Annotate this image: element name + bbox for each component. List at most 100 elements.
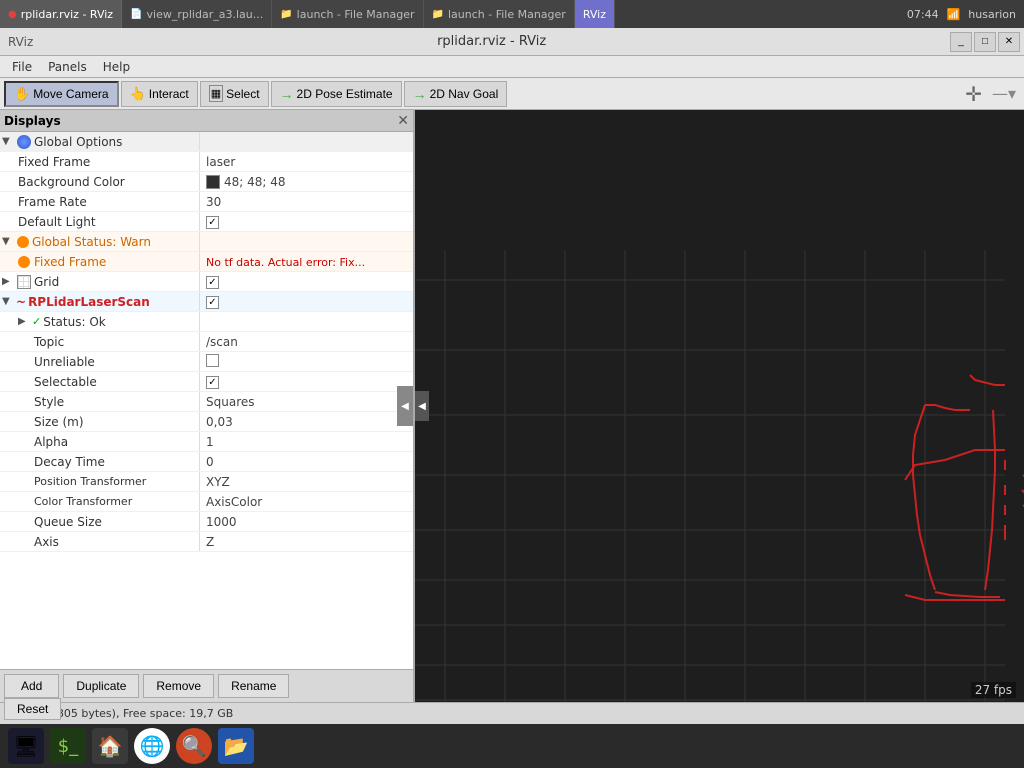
main-area: Displays ✕ ▼ Global Options Fixed Frame	[0, 110, 1024, 702]
rplidar-checkbox[interactable]: ✓	[206, 296, 219, 309]
displays-close-icon[interactable]: ✕	[397, 113, 409, 129]
color-transformer-row[interactable]: Color Transformer AxisColor	[0, 492, 413, 512]
alpha-value: 1	[200, 435, 413, 449]
titlebar-right: 07:44 📶 husarion	[899, 8, 1024, 21]
unreliable-row[interactable]: Unreliable	[0, 352, 413, 372]
taskbar-terminal-icon[interactable]: $_	[50, 728, 86, 764]
col-xform-value: AxisColor	[200, 495, 413, 509]
toolbar-cross-icon[interactable]: ✛	[961, 82, 986, 106]
menu-file[interactable]: File	[4, 58, 40, 76]
unreliable-value	[200, 354, 413, 370]
pose-label: 2D Pose Estimate	[297, 87, 393, 101]
style-value: Squares	[200, 395, 413, 409]
select-button[interactable]: ▦ Select	[200, 81, 269, 107]
taskbar-monitor-icon[interactable]: 🖥	[8, 728, 44, 764]
global-options-arrow[interactable]: ▼	[2, 136, 14, 147]
frame-rate-row[interactable]: Frame Rate 30	[0, 192, 413, 212]
remove-button[interactable]: Remove	[143, 674, 214, 698]
duplicate-button[interactable]: Duplicate	[63, 674, 139, 698]
interact-button[interactable]: 👆 Interact	[121, 81, 198, 107]
pose-estimate-button[interactable]: → 2D Pose Estimate	[271, 81, 402, 107]
pose-icon: →	[280, 86, 294, 102]
app-title: rplidar.rviz - RViz	[33, 34, 950, 49]
menu-help[interactable]: Help	[95, 58, 138, 76]
position-transformer-row[interactable]: Position Transformer XYZ	[0, 472, 413, 492]
toolbar: ✋ Move Camera 👆 Interact ▦ Select → 2D P…	[0, 78, 1024, 110]
global-options-label: Global Options	[34, 135, 122, 149]
rename-button[interactable]: Rename	[218, 674, 289, 698]
gs-fixed-frame-value: No tf data. Actual error: Fix...	[200, 255, 413, 269]
menu-panels[interactable]: Panels	[40, 58, 95, 76]
nav-goal-button[interactable]: → 2D Nav Goal	[404, 81, 508, 107]
tab-view[interactable]: 📄 view_rplidar_a3.lau...	[122, 0, 272, 28]
displays-tree[interactable]: ▼ Global Options Fixed Frame laser Backg…	[0, 132, 413, 669]
viewport[interactable]: ◀ 27 fps	[415, 110, 1024, 702]
app-rviz-label: RViz	[0, 35, 33, 49]
grid-visualization	[415, 110, 1024, 702]
bg-color-value[interactable]: 48; 48; 48	[200, 175, 413, 189]
rviz-tab-icon: ●	[8, 9, 17, 20]
move-camera-button[interactable]: ✋ Move Camera	[4, 81, 119, 107]
global-status-row[interactable]: ▼ Global Status: Warn	[0, 232, 413, 252]
bg-color-swatch[interactable]	[206, 175, 220, 189]
style-row[interactable]: Style Squares	[0, 392, 413, 412]
status-ok-row[interactable]: ▶ ✓ Status: Ok	[0, 312, 413, 332]
wifi-icon: 📶	[947, 8, 961, 21]
unreliable-checkbox[interactable]	[206, 354, 219, 367]
minimize-button[interactable]: _	[950, 32, 972, 52]
global-options-row[interactable]: ▼ Global Options	[0, 132, 413, 152]
tab-launch2[interactable]: 📁 launch - File Manager	[424, 0, 575, 28]
maximize-button[interactable]: □	[974, 32, 996, 52]
size-row[interactable]: Size (m) 0,03	[0, 412, 413, 432]
default-light-checkbox[interactable]: ✓	[206, 216, 219, 229]
size-label: Size (m)	[34, 415, 84, 429]
default-light-value: ✓	[200, 214, 413, 229]
launch1-label: launch - File Manager	[297, 8, 415, 21]
fixed-frame-row[interactable]: Fixed Frame laser	[0, 152, 413, 172]
taskbar-search-icon[interactable]: 🔍	[176, 728, 212, 764]
rplidar-arrow[interactable]: ▼	[2, 296, 14, 307]
menubar: File Panels Help	[0, 56, 1024, 78]
tab-launch1[interactable]: 📁 launch - File Manager	[272, 0, 423, 28]
alpha-row[interactable]: Alpha 1	[0, 432, 413, 452]
selectable-row[interactable]: Selectable ✓	[0, 372, 413, 392]
status-ok-arrow[interactable]: ▶	[18, 316, 30, 327]
fixed-frame-label: Fixed Frame	[18, 155, 90, 169]
taskbar-home-icon[interactable]: 🏠	[92, 728, 128, 764]
viewport-collapse-button[interactable]: ◀	[415, 391, 429, 421]
grid-row[interactable]: ▶ Grid ✓	[0, 272, 413, 292]
tab-rviz-btn[interactable]: RViz	[575, 0, 615, 28]
selectable-checkbox[interactable]: ✓	[206, 376, 219, 389]
global-status-arrow[interactable]: ▼	[2, 236, 14, 247]
bg-color-label: Background Color	[18, 175, 125, 189]
taskbar-chrome-icon[interactable]: 🌐	[134, 728, 170, 764]
axis-row[interactable]: Axis Z	[0, 532, 413, 552]
gs-fixed-frame-label: Fixed Frame	[34, 255, 106, 269]
reset-button[interactable]: Reset	[4, 698, 61, 720]
topic-row[interactable]: Topic /scan	[0, 332, 413, 352]
username: husarion	[968, 8, 1016, 21]
toolbar-dash-icon[interactable]: —▾	[988, 84, 1020, 103]
grid-value: ✓	[200, 274, 413, 289]
grid-expand-arrow[interactable]: ▶	[2, 276, 14, 287]
rplidar-row[interactable]: ▼ ~ RPLidarLaserScan ✓	[0, 292, 413, 312]
grid-checkbox[interactable]: ✓	[206, 276, 219, 289]
default-light-row[interactable]: Default Light ✓	[0, 212, 413, 232]
close-button[interactable]: ✕	[998, 32, 1020, 52]
app-controls: _ □ ✕	[950, 32, 1024, 52]
unreliable-label: Unreliable	[34, 355, 95, 369]
left-panel: Displays ✕ ▼ Global Options Fixed Frame	[0, 110, 415, 702]
topic-value: /scan	[200, 335, 413, 349]
move-camera-icon: ✋	[14, 86, 30, 102]
queue-size-row[interactable]: Queue Size 1000	[0, 512, 413, 532]
taskbar-files-icon[interactable]: 📂	[218, 728, 254, 764]
decay-row[interactable]: Decay Time 0	[0, 452, 413, 472]
displays-header: Displays ✕	[0, 110, 413, 132]
col-xform-label: Color Transformer	[34, 495, 132, 508]
tab-rviz[interactable]: ● rplidar.rviz - RViz	[0, 0, 122, 28]
global-status-fixed-frame-row[interactable]: Fixed Frame No tf data. Actual error: Fi…	[0, 252, 413, 272]
statusbar: 4 items (805 bytes), Free space: 19,7 GB…	[0, 702, 1024, 724]
queue-size-label: Queue Size	[34, 515, 102, 529]
background-color-row[interactable]: Background Color 48; 48; 48	[0, 172, 413, 192]
panel-scroll-indicator: ◀	[397, 386, 413, 426]
